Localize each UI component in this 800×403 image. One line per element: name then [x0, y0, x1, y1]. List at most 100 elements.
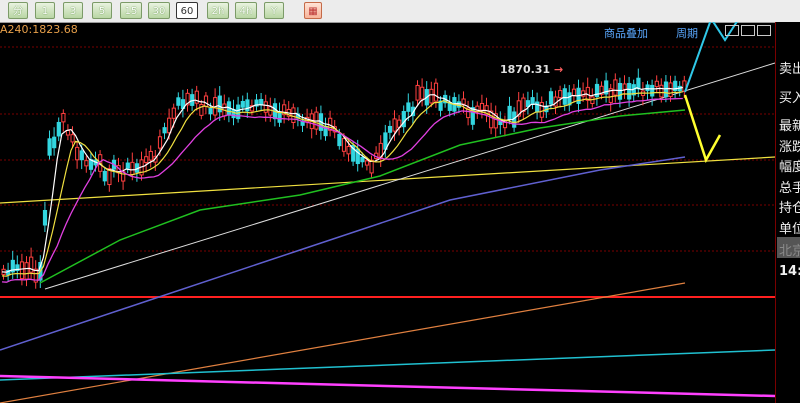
trendline-yellow [0, 156, 775, 204]
candle-body-117 [539, 102, 544, 118]
tb-btn-3min[interactable]: 3 [63, 2, 83, 19]
ma-line-magenta [1, 97, 683, 283]
forecast-arrow-down [683, 94, 722, 164]
overlay-commodity-link[interactable]: 商品叠加 [604, 25, 648, 41]
kline-chart-svg [0, 22, 775, 403]
candle-body-10 [47, 138, 52, 156]
candle-body-13 [61, 112, 66, 123]
candle-body-85 [392, 118, 397, 132]
tb-btn-1min[interactable]: 1 [35, 2, 55, 19]
candle-body-22 [102, 170, 107, 182]
tb-btn-grid[interactable]: ▦ [304, 2, 322, 19]
candle-body-100 [461, 98, 466, 105]
candle-body-104 [479, 102, 485, 111]
candle-body-93 [429, 88, 434, 104]
candle-body-56 [259, 98, 264, 106]
side-panel-row-6: 持仓 [779, 201, 800, 216]
candle-body-133 [613, 79, 618, 96]
side-panel-row-7: 单位 [779, 222, 800, 237]
restore-window-icon[interactable] [725, 25, 739, 36]
side-panel-row-8: 北京 [779, 244, 800, 259]
candle-body-36 [167, 117, 172, 134]
candle-body-134 [617, 82, 623, 100]
candle-body-14 [65, 130, 71, 136]
period-link[interactable]: 周期 [676, 25, 698, 41]
trendline-cyan [0, 349, 775, 381]
tb-btn-15min[interactable]: 15 [120, 2, 142, 19]
candle-body-88 [406, 102, 411, 112]
tb-btn-60min[interactable]: 60 [176, 2, 198, 19]
candle-body-9 [42, 209, 48, 226]
maximize-window-icon[interactable] [757, 25, 771, 36]
candle-body-136 [627, 82, 632, 100]
side-panel-row-2: 最新 [779, 119, 800, 134]
arrow-right-icon: → [550, 63, 564, 76]
trendline-blue [0, 156, 686, 351]
candle-body-143 [659, 84, 664, 98]
candle-body-90 [415, 84, 420, 101]
candle-body-119 [548, 91, 554, 105]
candle-body-57 [263, 101, 268, 113]
tb-btn-year[interactable]: Y [264, 2, 284, 19]
side-panel-row-3: 涨跌 [779, 140, 800, 155]
candle-body-18 [84, 160, 89, 167]
candle-body-84 [387, 125, 393, 133]
candle-body-110 [507, 105, 512, 121]
candle-body-121 [558, 90, 563, 99]
candle-body-91 [420, 86, 425, 100]
side-panel-row-4: 幅度 [779, 160, 800, 175]
candle-body-16 [75, 146, 80, 161]
candle-body-63 [291, 107, 296, 124]
candle-body-11 [52, 136, 57, 149]
candle-body-27 [125, 162, 130, 169]
candle-body-115 [530, 97, 535, 105]
candle-body-60 [277, 111, 282, 123]
candle-body-74 [341, 138, 347, 152]
candle-body-34 [157, 136, 163, 149]
period-toolbar: 分 1 3 5 15 30 60 2h 4h Y ▦ [0, 0, 800, 23]
candle-body-138 [636, 77, 641, 90]
kline-chart[interactable] [0, 22, 775, 403]
trendline-pink [0, 374, 775, 398]
candle-body-116 [535, 101, 540, 113]
side-panel-row-1: 买入 [779, 91, 800, 106]
candle-body-38 [176, 97, 181, 106]
candle-body-135 [622, 83, 627, 90]
candle-body-17 [79, 150, 84, 161]
tb-btn-2h[interactable]: 2h [207, 2, 229, 19]
candle-body-142 [654, 80, 659, 88]
candle-body-145 [668, 82, 673, 97]
candle-body-44 [203, 95, 209, 107]
tb-btn-4h[interactable]: 4h [235, 2, 257, 19]
quote-side-panel: 卖出买入最新涨跌幅度总手持仓单位北京 14: [775, 22, 800, 403]
candle-body-141 [650, 84, 655, 97]
candle-body-140 [645, 84, 650, 92]
ma-line-green [39, 109, 686, 284]
candle-body-35 [162, 127, 167, 134]
tb-btn-tick[interactable]: 分 [8, 2, 28, 19]
candle-body-79 [364, 160, 370, 166]
candle-body-78 [360, 156, 365, 163]
side-panel-row-5: 总手 [779, 181, 800, 196]
high-price-value: 1870.31 [500, 63, 551, 76]
high-price-annotation: 1870.31 → [500, 63, 563, 76]
candle-body-31 [144, 156, 149, 164]
candle-body-12 [56, 121, 61, 137]
candle-body-124 [571, 88, 577, 97]
candle-body-4 [19, 261, 25, 280]
candle-body-45 [208, 108, 213, 115]
candle-body-52 [240, 100, 245, 108]
candle-body-122 [562, 88, 567, 105]
candle-body-73 [337, 133, 342, 147]
candle-body-32 [148, 150, 153, 161]
side-panel-row-0: 卖出 [779, 62, 800, 77]
ma-value-label: A240:1823.68 [0, 23, 78, 36]
candle-body-75 [346, 145, 351, 155]
tb-btn-5min[interactable]: 5 [92, 2, 112, 19]
candle-body-94 [433, 82, 439, 102]
candle-body-15 [70, 134, 75, 143]
tb-btn-30min[interactable]: 30 [148, 2, 170, 19]
swap-window-icon[interactable] [741, 25, 755, 36]
candle-body-5 [24, 262, 29, 280]
candle-body-28 [130, 161, 135, 176]
